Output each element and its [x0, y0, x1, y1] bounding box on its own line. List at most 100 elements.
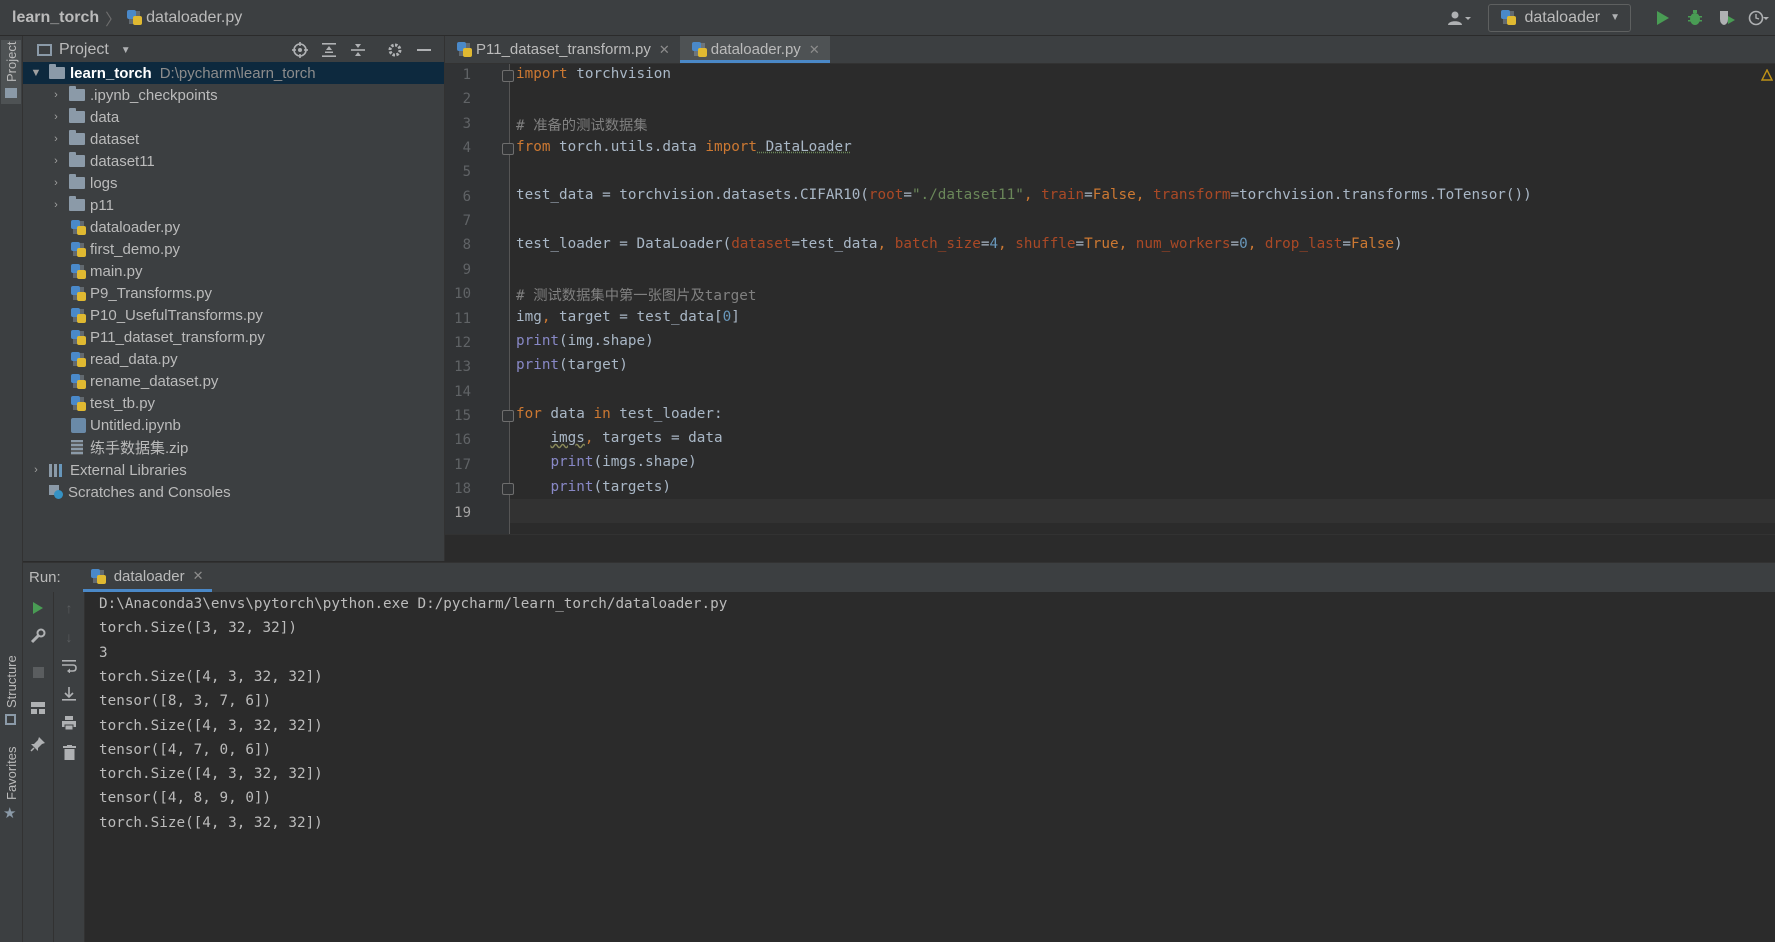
tree-file[interactable]: P11_dataset_transform.py	[23, 326, 444, 348]
tree-file[interactable]: read_data.py	[23, 348, 444, 370]
star-icon: ★	[3, 805, 17, 822]
tree-external-libraries[interactable]: › External Libraries	[23, 459, 444, 481]
tree-file[interactable]: rename_dataset.py	[23, 370, 444, 392]
tree-folder[interactable]: › dataset11	[23, 150, 444, 172]
tree-item-label: Untitled.ipynb	[90, 416, 181, 434]
stop-button[interactable]	[23, 660, 53, 684]
code-editor[interactable]: 1 2 3 4 5 6 7 8 9 10 11 12 13 14 15 16 17 18 19 import tor…	[445, 64, 1775, 534]
chevron-right-icon: ›	[54, 89, 58, 101]
collapse-all-icon[interactable]	[343, 36, 372, 64]
arrow-down-icon[interactable]: ↓	[54, 625, 84, 649]
line-number-gutter: 1 2 3 4 5 6 7 8 9 10 11 12 13 14 15 16 17 18 19	[445, 64, 510, 534]
locate-file-icon[interactable]	[285, 36, 314, 64]
hide-panel-icon[interactable]	[409, 36, 438, 64]
navigation-bar: learn_torch 〉 dataloader.py dataloader ▼	[0, 0, 1775, 36]
structure-tool-tab[interactable]: Structure	[1, 655, 21, 736]
folder-icon	[49, 64, 65, 79]
tree-item-label: test_tb.py	[90, 394, 156, 412]
tree-item-label: P10_UsefulTransforms.py	[90, 306, 263, 324]
tree-file[interactable]: dataloader.py	[23, 216, 444, 238]
structure-tool-tab-label: Structure	[4, 655, 19, 708]
soft-wrap-icon[interactable]	[54, 654, 84, 678]
warning-icon[interactable]	[1760, 68, 1774, 81]
run-button[interactable]	[1647, 4, 1679, 32]
tree-file[interactable]: main.py	[23, 260, 444, 282]
python-file-icon	[457, 42, 472, 57]
project-panel-icon	[37, 44, 52, 56]
fold-marker-icon[interactable]	[502, 143, 514, 155]
run-tab-dataloader[interactable]: dataloader ✕	[82, 563, 212, 592]
python-file-icon	[71, 307, 86, 323]
tree-folder[interactable]: › logs	[23, 172, 444, 194]
close-icon[interactable]: ✕	[659, 42, 670, 58]
tab-dataloader[interactable]: dataloader.py ✕	[679, 36, 830, 63]
code-line-6: test_data = torchvision.datasets.CIFAR10…	[516, 187, 1532, 203]
user-account-icon[interactable]	[1440, 4, 1480, 32]
scroll-to-end-icon[interactable]	[54, 682, 84, 706]
tree-item-label: rename_dataset.py	[90, 372, 219, 390]
python-file-icon	[71, 263, 86, 279]
tree-folder[interactable]: › p11	[23, 194, 444, 216]
project-tool-tab[interactable]: Project	[1, 40, 21, 104]
navbar-actions: dataloader ▼	[1440, 0, 1775, 35]
gear-icon[interactable]	[380, 36, 409, 64]
python-config-icon	[1501, 10, 1517, 25]
code-line-3: # 准备的测试数据集	[516, 118, 648, 134]
code-line-12: print(img.shape)	[516, 333, 654, 349]
tree-file[interactable]: test_tb.py	[23, 392, 444, 414]
line-number: 16	[454, 432, 471, 449]
tree-file[interactable]: first_demo.py	[23, 238, 444, 260]
folder-icon	[5, 88, 17, 98]
breadcrumb-project[interactable]: learn_torch	[12, 9, 99, 27]
line-number: 10	[454, 286, 471, 303]
line-number: 11	[454, 310, 471, 327]
layout-icon[interactable]	[23, 696, 53, 720]
profile-button[interactable]	[1743, 4, 1775, 32]
rerun-button[interactable]	[23, 596, 53, 620]
left-tool-strip: Project Structure Favorites ★	[0, 36, 23, 942]
console-line: tensor([8, 3, 7, 6])	[99, 693, 272, 710]
run-console-output[interactable]: D:\Anaconda3\envs\pytorch\python.exe D:/…	[85, 592, 1775, 942]
editor-bottom-area	[445, 534, 1775, 562]
run-toolbar-primary	[23, 592, 54, 942]
python-file-icon	[71, 219, 86, 235]
coverage-button[interactable]	[1711, 4, 1743, 32]
pin-icon[interactable]	[23, 732, 53, 756]
tree-file[interactable]: Untitled.ipynb	[23, 414, 444, 436]
tree-item-label: .ipynb_checkpoints	[90, 86, 218, 104]
tree-scratches-consoles[interactable]: Scratches and Consoles	[23, 481, 444, 503]
debug-button[interactable]	[1679, 4, 1711, 32]
tree-folder[interactable]: › .ipynb_checkpoints	[23, 84, 444, 106]
run-configuration-select[interactable]: dataloader ▼	[1488, 3, 1631, 32]
trash-icon[interactable]	[54, 740, 84, 764]
arrow-up-icon[interactable]: ↑	[54, 596, 84, 620]
tree-file[interactable]: P10_UsefulTransforms.py	[23, 304, 444, 326]
close-icon[interactable]: ✕	[193, 568, 204, 584]
fold-marker-icon[interactable]	[502, 70, 514, 82]
tree-root-learn-torch[interactable]: ▼ learn_torch D:\pycharm\learn_torch	[23, 62, 444, 84]
wrench-icon[interactable]	[23, 624, 53, 648]
project-panel: Project ▼ ▼ learn_torch D:\pycharm\learn…	[23, 36, 445, 561]
tree-file[interactable]: 练手数据集.zip	[23, 436, 444, 458]
tree-item-label: p11	[90, 196, 114, 214]
project-view-select[interactable]: Project ▼	[37, 41, 131, 59]
print-icon[interactable]	[54, 711, 84, 735]
breadcrumb-file[interactable]: dataloader.py	[146, 9, 242, 27]
python-file-icon	[71, 373, 86, 389]
favorites-tool-tab[interactable]: Favorites ★	[1, 747, 21, 828]
editor-tab-bar: P11_dataset_transform.py ✕ dataloader.py…	[445, 36, 1775, 64]
fold-marker-icon[interactable]	[502, 483, 514, 495]
fold-marker-icon[interactable]	[502, 410, 514, 422]
tree-folder[interactable]: › data	[23, 106, 444, 128]
project-panel-title: Project	[59, 41, 109, 58]
chevron-right-icon: ›	[54, 199, 58, 211]
code-line-4: from torch.utils.data import DataLoader	[516, 139, 852, 155]
tree-folder[interactable]: › dataset	[23, 128, 444, 150]
tree-item-label: read_data.py	[90, 350, 178, 368]
python-config-icon	[90, 568, 106, 584]
line-number: 12	[454, 334, 471, 351]
expand-all-icon[interactable]	[314, 36, 343, 64]
tab-p11-dataset-transform[interactable]: P11_dataset_transform.py ✕	[445, 36, 680, 63]
close-icon[interactable]: ✕	[809, 42, 820, 58]
tree-file[interactable]: P9_Transforms.py	[23, 282, 444, 304]
